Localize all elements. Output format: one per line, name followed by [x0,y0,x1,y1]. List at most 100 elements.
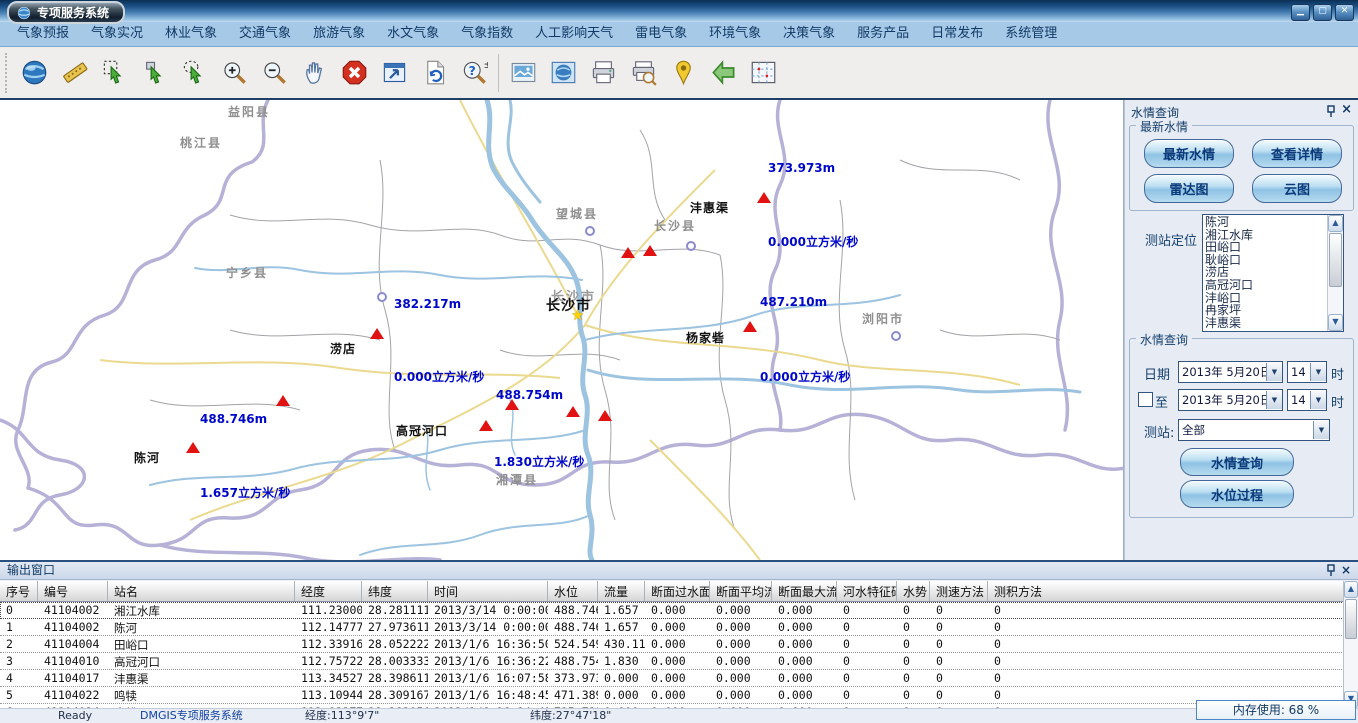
table-scrollbar[interactable]: ▲ ▼ [1343,581,1358,708]
table-row[interactable]: 241104004田峪口112.33916728.0522222013/1/6 … [0,636,1344,653]
column-header-2[interactable]: 站名 [108,581,295,601]
menu-item-7[interactable]: 人工影响天气 [524,22,624,46]
station-marker-icon[interactable] [276,395,290,406]
to-date-checkbox[interactable] [1138,392,1153,407]
column-header-9[interactable]: 断面平均流 [710,581,772,601]
panel-pin-icon[interactable] [1326,105,1336,121]
table-body[interactable]: 041104002湘江水库111.23000028.2811112013/3/1… [0,602,1344,711]
menu-item-3[interactable]: 交通气象 [228,22,302,46]
column-header-11[interactable]: 河水特征码 [837,581,897,601]
table-row[interactable]: 341104010高冠河口112.75722228.0033332013/1/6… [0,653,1344,670]
print-icon[interactable] [583,52,623,94]
zoom-in-icon[interactable] [214,52,254,94]
column-header-12[interactable]: 水势 [897,581,930,601]
water-level-process-button[interactable]: 水位过程 [1180,480,1294,508]
output-close-icon[interactable]: × [1341,562,1351,579]
cloud-chart-button[interactable]: 云图 [1252,174,1342,203]
station-list-item[interactable]: 冉家坪 [1205,304,1327,317]
station-marker-icon[interactable] [757,192,771,203]
output-pin-icon[interactable] [1326,564,1336,582]
scroll-thumb[interactable] [1329,233,1342,287]
scroll-down-icon[interactable]: ▼ [1328,314,1343,331]
close-button[interactable]: ✕ [1335,4,1354,21]
date-combobox[interactable]: 2013年 5月20日▼ [1178,361,1283,383]
station-marker-icon[interactable] [743,321,757,332]
latest-water-button[interactable]: 最新水情 [1144,139,1234,168]
listbox-scrollbar[interactable]: ▲ ▼ [1327,215,1343,331]
menu-item-2[interactable]: 林业气象 [154,22,228,46]
station-marker-icon[interactable] [643,245,657,256]
menu-item-4[interactable]: 旅游气象 [302,22,376,46]
column-header-8[interactable]: 断面过水面 [645,581,710,601]
back-icon[interactable] [703,52,743,94]
view-details-button[interactable]: 查看详情 [1252,139,1342,168]
zoom-out-icon[interactable] [254,52,294,94]
table-scroll-up-icon[interactable]: ▲ [1344,581,1358,598]
globe-window-icon[interactable] [543,52,583,94]
column-header-14[interactable]: 测积方法 [988,581,1344,601]
station-list-item[interactable]: 陈河 [1205,216,1327,229]
scroll-up-icon[interactable]: ▲ [1328,215,1343,232]
to-date-dropdown-icon[interactable]: ▼ [1266,391,1282,409]
date-dropdown-icon[interactable]: ▼ [1266,363,1282,381]
station-marker-icon[interactable] [505,399,519,410]
station-marker-icon[interactable] [370,328,384,339]
table-scroll-thumb[interactable] [1345,599,1357,639]
menu-item-13[interactable]: 系统管理 [994,22,1068,46]
menu-item-0[interactable]: 气象预报 [6,22,80,46]
station-marker-icon[interactable] [566,406,580,417]
menu-item-6[interactable]: 气象指数 [450,22,524,46]
pan-icon[interactable] [294,52,334,94]
placemark-icon[interactable] [663,52,703,94]
export-window-icon[interactable] [374,52,414,94]
station-marker-icon[interactable] [479,420,493,431]
water-query-button[interactable]: 水情查询 [1180,448,1294,476]
station-marker-icon[interactable] [598,410,612,421]
table-row[interactable]: 041104002湘江水库111.23000028.2811112013/3/1… [0,602,1344,619]
map-grid-icon[interactable] [743,52,783,94]
table-row[interactable]: 541104022鸣犊113.10944428.3091672013/1/6 1… [0,687,1344,704]
menu-item-8[interactable]: 雷电气象 [624,22,698,46]
map-canvas[interactable]: 益阳县桃江县望城县长沙县宁乡县长沙市浏阳市湘潭县长沙市沣惠渠涝店杨家砦高冠河口陈… [0,100,1124,560]
hour-dropdown-icon[interactable]: ▼ [1310,363,1326,381]
column-header-0[interactable]: 序号 [0,581,38,601]
station-dropdown-icon[interactable]: ▼ [1313,421,1329,439]
stop-icon[interactable] [334,52,374,94]
minimize-button[interactable]: ▁ [1291,4,1310,21]
radar-chart-button[interactable]: 雷达图 [1144,174,1234,203]
refresh-icon[interactable] [414,52,454,94]
column-header-4[interactable]: 纬度 [362,581,428,601]
menu-item-12[interactable]: 日常发布 [920,22,994,46]
table-row[interactable]: 141104002陈河112.14777827.9736112013/3/14 … [0,619,1344,636]
image-icon[interactable] [503,52,543,94]
to-date-combobox[interactable]: 2013年 5月20日▼ [1178,389,1283,411]
station-marker-icon[interactable] [621,247,635,258]
menu-item-10[interactable]: 决策气象 [772,22,846,46]
station-combobox[interactable]: 全部▼ [1178,419,1330,441]
maximize-button[interactable]: ▢ [1313,4,1332,21]
menu-item-5[interactable]: 水文气象 [376,22,450,46]
column-header-13[interactable]: 测速方法 [930,581,988,601]
column-header-10[interactable]: 断面最大流 [772,581,837,601]
to-hour-dropdown-icon[interactable]: ▼ [1310,391,1326,409]
menu-item-1[interactable]: 气象实况 [80,22,154,46]
station-list-item[interactable]: 高冠河口 [1205,279,1327,292]
column-header-6[interactable]: 水位 [548,581,598,601]
column-header-5[interactable]: 时间 [428,581,548,601]
print-preview-icon[interactable] [623,52,663,94]
column-header-3[interactable]: 经度 [295,581,362,601]
select-arrow-icon[interactable] [134,52,174,94]
station-listbox[interactable]: 陈河湘江水库田峪口耿峪口涝店高冠河口沣峪口冉家坪沣惠渠 ▲ ▼ [1202,214,1344,332]
identify-icon[interactable]: ?± [454,52,494,94]
station-marker-icon[interactable] [186,442,200,453]
table-row[interactable]: 441104017沣惠渠113.34527828.3986112013/1/6 … [0,670,1344,687]
to-hour-combobox[interactable]: 14▼ [1287,389,1327,411]
column-header-1[interactable]: 编号 [38,581,108,601]
hour-combobox[interactable]: 14▼ [1287,361,1327,383]
station-list-item[interactable]: 沣惠渠 [1205,317,1327,330]
menu-item-9[interactable]: 环境气象 [698,22,772,46]
measure-icon[interactable] [54,52,94,94]
column-header-7[interactable]: 流量 [598,581,645,601]
panel-close-icon[interactable]: × [1341,102,1352,117]
menu-item-11[interactable]: 服务产品 [846,22,920,46]
